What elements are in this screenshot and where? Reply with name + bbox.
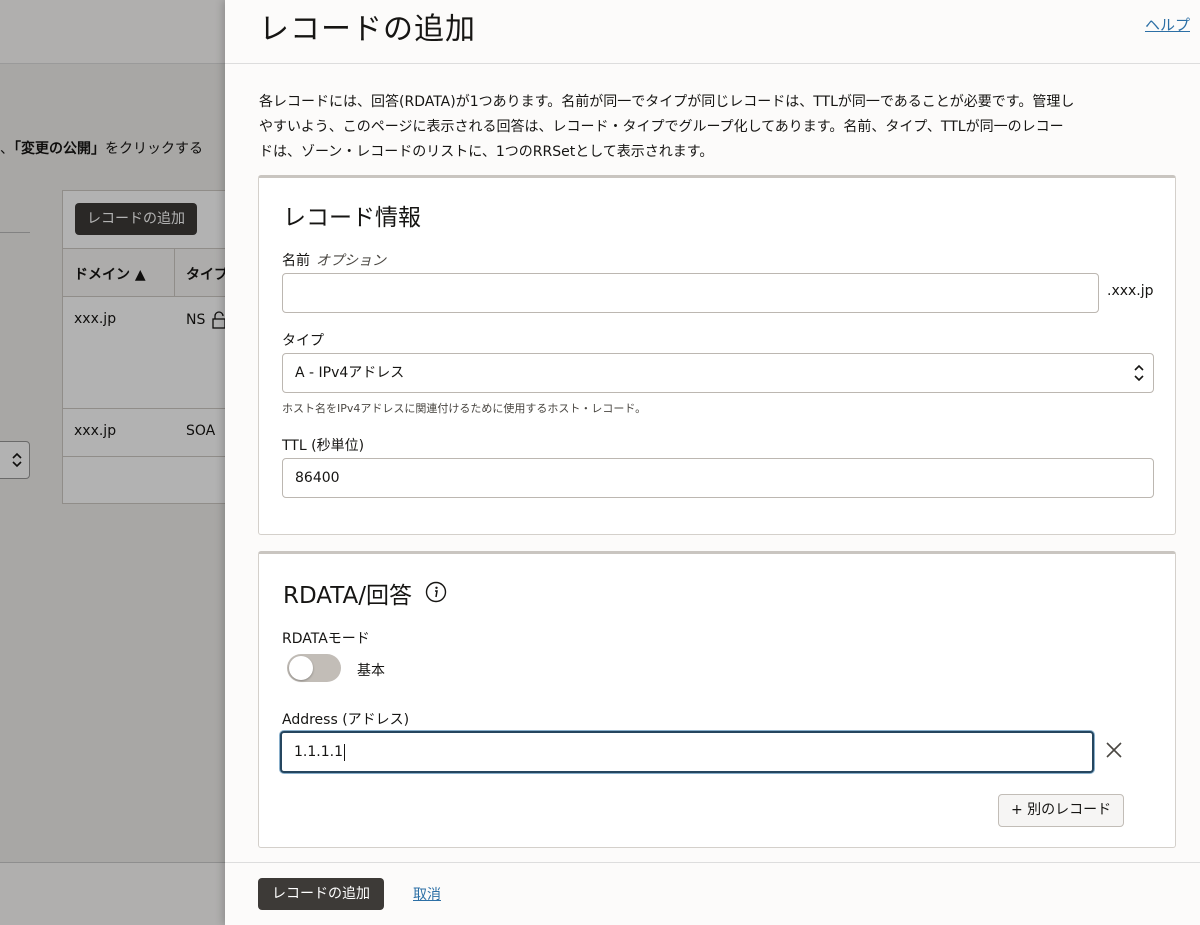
zone-suffix: .xxx.jp — [1107, 283, 1154, 299]
toggle-knob — [289, 656, 313, 680]
ttl-label: TTL (秒単位) — [282, 438, 365, 454]
rdata-mode-label: RDATAモード — [282, 631, 370, 647]
add-record-drawer: レコードの追加 ヘルプ 各レコードには、回答(RDATA)が1つあります。名前が… — [225, 0, 1200, 925]
add-record-submit-button[interactable]: レコードの追加 — [258, 878, 384, 910]
rdata-card: RDATA/回答 RDATAモード 基本 Address (アドレス) 1.1.… — [258, 551, 1176, 848]
text-caret — [343, 743, 345, 761]
rdata-mode-toggle[interactable] — [287, 654, 341, 682]
name-label: 名前 オプション — [282, 253, 386, 269]
name-input[interactable] — [282, 273, 1099, 313]
record-type-value: A - IPv4アドレス — [295, 365, 405, 381]
type-label: タイプ — [282, 333, 324, 349]
chevron-updown-icon — [1134, 364, 1144, 382]
record-type-select[interactable]: A - IPv4アドレス — [282, 353, 1154, 393]
help-link[interactable]: ヘルプ — [1145, 14, 1190, 35]
address-value: 1.1.1.1 — [294, 744, 343, 760]
ttl-input[interactable]: 86400 — [282, 458, 1154, 498]
close-icon[interactable] — [1105, 741, 1123, 759]
record-info-card: レコード情報 名前 オプション .xxx.jp タイプ A - IPv4アドレス … — [258, 175, 1176, 535]
address-label: Address (アドレス) — [282, 712, 410, 728]
cancel-link[interactable]: 取消 — [413, 884, 441, 904]
rdata-mode-value: 基本 — [357, 663, 385, 679]
intro-text: 各レコードには、回答(RDATA)が1つあります。名前が同一でタイプが同じレコー… — [259, 94, 1075, 160]
type-hint: ホスト名をIPv4アドレスに関連付けるために使用するホスト・レコード。 — [282, 402, 647, 415]
rdata-heading: RDATA/回答 — [283, 583, 412, 609]
drawer-header: レコードの追加 ヘルプ — [225, 0, 1200, 64]
record-info-heading: レコード情報 — [283, 205, 421, 231]
drawer-title: レコードの追加 — [259, 12, 476, 47]
info-icon[interactable] — [425, 581, 447, 603]
drawer-footer: レコードの追加 取消 — [225, 862, 1200, 925]
add-another-record-button[interactable]: + 別のレコード — [998, 794, 1125, 827]
address-input[interactable]: 1.1.1.1 — [280, 731, 1094, 773]
optional-tag: オプション — [316, 253, 386, 269]
